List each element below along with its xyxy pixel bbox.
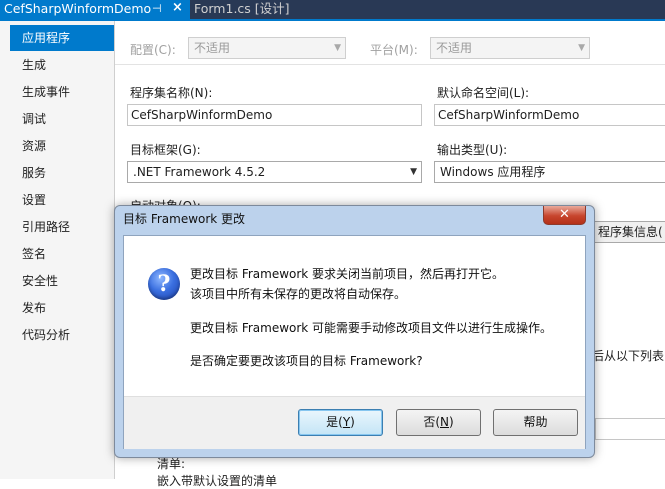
assembly-info-button[interactable]: 程序集信息( (592, 221, 665, 243)
property-page-sidebar: 应用程序 生成 生成事件 调试 资源 服务 设置 引用路径 签名 安全性 发布 … (0, 21, 115, 479)
document-tab-strip: CefSharpWinformDemo ⊣ × Form1.cs [设计] (0, 0, 665, 19)
output-type-value: Windows 应用程序 (440, 165, 546, 179)
sidebar-item-resources[interactable]: 资源 (0, 133, 114, 159)
config-select-value: 不适用 (194, 41, 231, 55)
sidebar-item-settings[interactable]: 设置 (0, 187, 114, 213)
dialog-message-line: 该项目中所有未保存的更改将自动保存。 (190, 287, 407, 301)
config-select[interactable]: 不适用 ▼ (188, 37, 346, 59)
chevron-down-icon: ▼ (410, 167, 417, 177)
sidebar-item-security[interactable]: 安全性 (0, 268, 114, 294)
tab-title: Form1.cs [设计] (194, 1, 290, 16)
output-type-label: 输出类型(U): (437, 143, 508, 157)
platform-select[interactable]: 不适用 ▼ (430, 37, 590, 59)
manifest-hint-text: 后从以下列表中 (592, 349, 665, 363)
dialog-message-line: 更改目标 Framework 要求关闭当前项目，然后再打开它。 (190, 267, 505, 281)
chevron-down-icon: ▼ (334, 43, 341, 53)
no-label: 否( (423, 415, 440, 429)
dialog-body: ? 更改目标 Framework 要求关闭当前项目，然后再打开它。 该项目中所有… (123, 235, 586, 449)
sidebar-item-publish[interactable]: 发布 (0, 295, 114, 321)
target-framework-select[interactable]: .NET Framework 4.5.2 ▼ (127, 161, 422, 183)
close-icon[interactable]: ✕ (543, 206, 586, 225)
assembly-name-label: 程序集名称(N): (130, 86, 213, 100)
divider (115, 64, 665, 65)
close-icon[interactable]: × (172, 0, 183, 17)
manifest-field-partial[interactable] (595, 418, 665, 440)
tab-title: CefSharpWinformDemo (4, 1, 152, 16)
sidebar-item-services[interactable]: 服务 (0, 160, 114, 186)
tab-project-properties[interactable]: CefSharpWinformDemo ⊣ × (0, 0, 190, 19)
pin-icon[interactable]: ⊣ (152, 0, 162, 18)
tab-form1-designer[interactable]: Form1.cs [设计] (192, 0, 294, 19)
dialog-message-line: 是否确定要更改该项目的目标 Framework? (190, 354, 423, 368)
sidebar-item-reference-paths[interactable]: 引用路径 (0, 214, 114, 240)
config-label: 配置(C): (130, 43, 176, 57)
sidebar-item-signing[interactable]: 签名 (0, 241, 114, 267)
yes-label: 是( (326, 415, 343, 429)
platform-select-value: 不适用 (436, 41, 473, 55)
no-button[interactable]: 否(N) (396, 409, 481, 436)
platform-label: 平台(M): (370, 43, 418, 57)
dialog-message-line: 更改目标 Framework 可能需要手动修改项目文件以进行生成操作。 (190, 321, 553, 335)
chevron-down-icon: ▼ (578, 43, 585, 53)
target-framework-change-dialog: 目标 Framework 更改 ✕ ? 更改目标 Framework 要求关闭当… (114, 205, 595, 458)
question-icon: ? (148, 268, 180, 300)
target-framework-value: .NET Framework 4.5.2 (133, 165, 266, 179)
sidebar-item-build-events[interactable]: 生成事件 (0, 79, 114, 105)
no-label-end: ) (448, 415, 454, 429)
target-framework-label: 目标框架(G): (130, 143, 201, 157)
output-type-select[interactable]: Windows 应用程序 (434, 161, 665, 183)
help-button[interactable]: 帮助 (493, 409, 578, 436)
default-namespace-label: 默认命名空间(L): (437, 86, 530, 100)
sidebar-item-application[interactable]: 应用程序 (10, 25, 114, 51)
dialog-title: 目标 Framework 更改 (123, 212, 246, 226)
manifest-option-text: 嵌入带默认设置的清单 (157, 474, 278, 488)
yes-button[interactable]: 是(Y) (298, 409, 383, 436)
sidebar-item-debug[interactable]: 调试 (0, 106, 114, 132)
yes-label-end: ) (350, 415, 355, 429)
no-accesskey: N (440, 415, 449, 429)
sidebar-item-code-analysis[interactable]: 代码分析 (0, 322, 114, 348)
assembly-name-field[interactable]: CefSharpWinformDemo (127, 104, 422, 126)
dialog-button-bar: 是(Y) 否(N) 帮助 (124, 396, 585, 449)
default-namespace-field[interactable]: CefSharpWinformDemo (434, 104, 665, 126)
sidebar-item-build[interactable]: 生成 (0, 52, 114, 78)
